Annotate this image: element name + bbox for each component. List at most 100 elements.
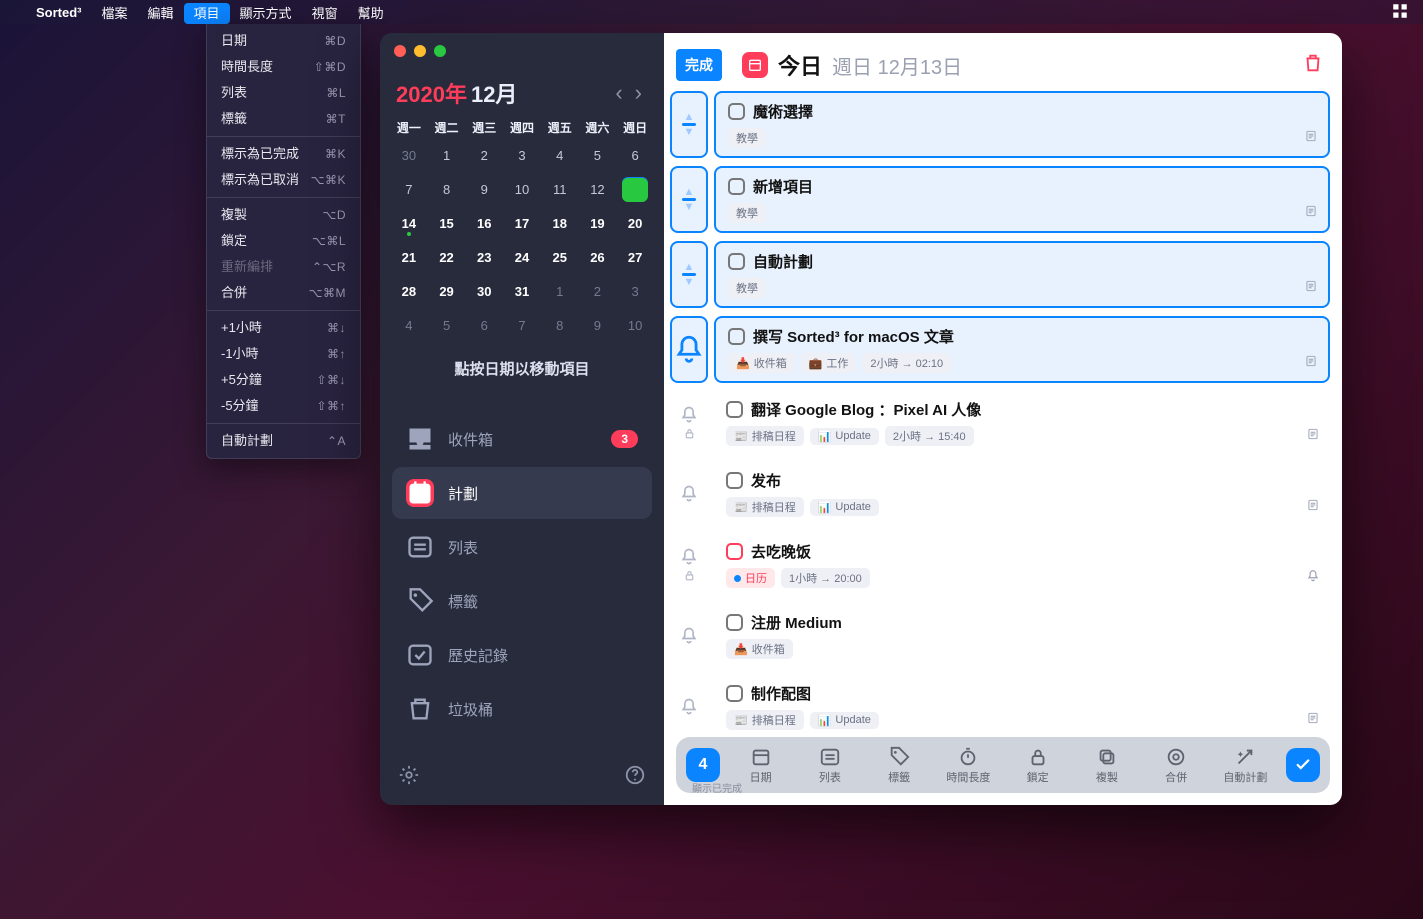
toolbar-tag[interactable]: 標籤 xyxy=(865,746,934,785)
calendar-day[interactable]: 16 xyxy=(465,208,503,238)
calendar-day[interactable]: 24 xyxy=(503,242,541,272)
calendar-day[interactable]: 17 xyxy=(503,208,541,238)
task-handle[interactable] xyxy=(670,604,708,667)
calendar-day[interactable]: 22 xyxy=(428,242,466,272)
calendar-day[interactable]: 20 xyxy=(616,208,654,238)
calendar-day[interactable]: 3 xyxy=(616,276,654,306)
sidebar-item-list[interactable]: 列表 xyxy=(392,521,652,573)
task-handle[interactable] xyxy=(670,533,708,596)
task-checkbox[interactable] xyxy=(728,328,745,345)
menu-item[interactable]: 列表⌘L xyxy=(207,80,360,106)
calendar-day[interactable]: 8 xyxy=(428,174,466,204)
menu-item[interactable]: +1小時⌘↓ xyxy=(207,315,360,341)
menu-item[interactable]: 鎖定⌥⌘L xyxy=(207,228,360,254)
task-card[interactable]: 注册 Medium📥收件箱 xyxy=(714,604,1330,667)
task-checkbox[interactable] xyxy=(728,178,745,195)
sidebar-item-inbox[interactable]: 收件箱3 xyxy=(392,413,652,465)
calendar-day[interactable]: 26 xyxy=(579,242,617,272)
calendar-next[interactable]: › xyxy=(629,80,648,106)
help-icon[interactable] xyxy=(624,764,646,791)
calendar-prev[interactable]: ‹ xyxy=(609,80,628,106)
task-checkbox[interactable] xyxy=(726,401,743,418)
zoom-button[interactable] xyxy=(434,45,446,57)
calendar-day[interactable]: 7 xyxy=(503,310,541,340)
calendar-day[interactable]: 30 xyxy=(465,276,503,306)
task-card[interactable]: 自動計劃教學 xyxy=(714,241,1330,308)
menubar-item-1[interactable]: 編輯 xyxy=(138,3,184,24)
toolbar-timer[interactable]: 時間長度 xyxy=(934,746,1003,785)
task-checkbox[interactable] xyxy=(728,103,745,120)
menubar-item-2[interactable]: 項目 xyxy=(184,3,230,24)
calendar-day[interactable]: 29 xyxy=(428,276,466,306)
calendar-day[interactable]: 27 xyxy=(616,242,654,272)
toolbar-calendar[interactable]: 日期 xyxy=(726,746,795,785)
calendar-day[interactable]: 5 xyxy=(579,140,617,170)
calendar-day[interactable]: 31 xyxy=(503,276,541,306)
menu-item[interactable]: 標示為已取消⌥⌘K xyxy=(207,167,360,193)
menu-item[interactable]: -5分鐘⇧⌘↑ xyxy=(207,393,360,419)
calendar-day[interactable]: 5 xyxy=(428,310,466,340)
task-card[interactable]: 翻译 Google Blog ：Pixel AI 人像📰排稿日程📊Update2… xyxy=(714,391,1330,454)
sidebar-item-plan[interactable]: 計劃 xyxy=(392,467,652,519)
calendar-day[interactable]: 28 xyxy=(390,276,428,306)
task-checkbox[interactable] xyxy=(726,472,743,489)
calendar-day[interactable]: 6 xyxy=(465,310,503,340)
menu-item[interactable]: 合併⌥⌘M xyxy=(207,280,360,306)
calendar-day[interactable]: 23 xyxy=(465,242,503,272)
menu-item[interactable]: 複製⌥D xyxy=(207,202,360,228)
calendar-day[interactable]: 9 xyxy=(579,310,617,340)
toolbar-magic[interactable]: 自動計劃 xyxy=(1211,746,1280,785)
calendar-day[interactable]: 12 xyxy=(579,174,617,204)
task-handle[interactable] xyxy=(670,391,708,454)
calendar-day[interactable]: 30 xyxy=(390,140,428,170)
menubar-item-3[interactable]: 顯示方式 xyxy=(230,3,302,24)
calendar-day[interactable]: 1 xyxy=(428,140,466,170)
menu-item[interactable]: 時間長度⇧⌘D xyxy=(207,54,360,80)
task-checkbox[interactable] xyxy=(726,543,743,560)
calendar-day[interactable]: 11 xyxy=(541,174,579,204)
confirm-button[interactable] xyxy=(1286,748,1320,782)
task-handle[interactable] xyxy=(670,462,708,525)
sidebar-item-tag[interactable]: 標籤 xyxy=(392,575,652,627)
menu-item[interactable]: 自動計劃⌃A xyxy=(207,428,360,454)
calendar-day[interactable]: 14 xyxy=(390,208,428,238)
close-button[interactable] xyxy=(394,45,406,57)
task-handle[interactable] xyxy=(670,316,708,383)
settings-icon[interactable] xyxy=(398,764,420,791)
calendar-day[interactable]: 7 xyxy=(390,174,428,204)
calendar-day[interactable]: 15 xyxy=(428,208,466,238)
calendar-day[interactable]: 18 xyxy=(541,208,579,238)
calendar-day[interactable]: 2 xyxy=(465,140,503,170)
task-card[interactable]: 魔術選擇教學 xyxy=(714,91,1330,158)
calendar-day[interactable]: 10 xyxy=(616,310,654,340)
calendar-day[interactable]: 1 xyxy=(541,276,579,306)
toolbar-copy[interactable]: 複製 xyxy=(1072,746,1141,785)
menu-item[interactable]: 標籤⌘T xyxy=(207,106,360,132)
task-checkbox[interactable] xyxy=(728,253,745,270)
menu-item[interactable]: 標示為已完成⌘K xyxy=(207,141,360,167)
sidebar-item-trash[interactable]: 垃圾桶 xyxy=(392,683,652,735)
calendar-day[interactable]: 3 xyxy=(503,140,541,170)
task-card[interactable]: 去吃晚饭日历1小時 → 20:00 xyxy=(714,533,1330,596)
minimize-button[interactable] xyxy=(414,45,426,57)
task-handle[interactable]: ▲▼ xyxy=(670,91,708,158)
task-card[interactable]: 发布📰排稿日程📊Update xyxy=(714,462,1330,525)
menubar-app[interactable]: Sorted³ xyxy=(26,2,92,23)
calendar-day[interactable]: 8 xyxy=(541,310,579,340)
sidebar-item-history[interactable]: 歷史記錄 xyxy=(392,629,652,681)
task-card[interactable]: 撰写 Sorted³ for macOS 文章📥收件箱💼工作2小時 → 02:1… xyxy=(714,316,1330,383)
task-handle[interactable] xyxy=(670,675,708,738)
delete-button[interactable] xyxy=(1302,52,1324,79)
toolbar-merge[interactable]: 合併 xyxy=(1142,746,1211,785)
calendar-day[interactable]: 4 xyxy=(390,310,428,340)
task-card[interactable]: 新增項目教學 xyxy=(714,166,1330,233)
menu-item[interactable]: +5分鐘⇧⌘↓ xyxy=(207,367,360,393)
toolbar-lock[interactable]: 鎖定 xyxy=(1003,746,1072,785)
menubar-item-4[interactable]: 視窗 xyxy=(302,3,348,24)
calendar-day[interactable]: 4 xyxy=(541,140,579,170)
calendar-day[interactable]: 6 xyxy=(616,140,654,170)
toolbar-list[interactable]: 列表 xyxy=(795,746,864,785)
task-handle[interactable]: ▲▼ xyxy=(670,166,708,233)
calendar-day[interactable]: 19 xyxy=(579,208,617,238)
task-checkbox[interactable] xyxy=(726,614,743,631)
